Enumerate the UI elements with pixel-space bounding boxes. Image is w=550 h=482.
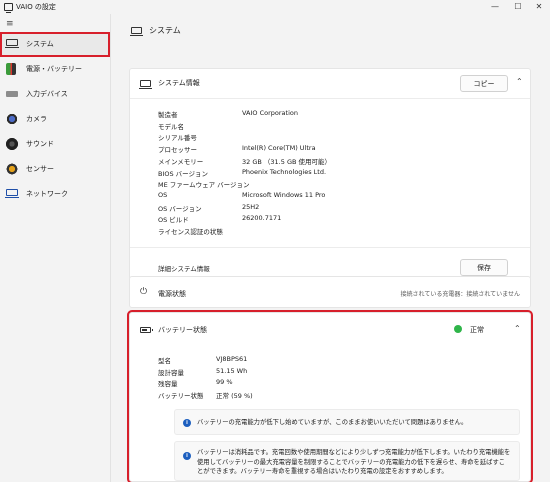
page-title: システム xyxy=(149,26,181,35)
chevron-up-icon[interactable]: ⌃ xyxy=(514,324,521,333)
sidebar-item-input-devices[interactable]: 入力デバイス xyxy=(0,82,110,107)
system-info-title: システム情報 xyxy=(158,79,200,87)
speaker-icon xyxy=(6,138,18,150)
minimize-button[interactable]: — xyxy=(484,0,506,14)
window-title: VAIO の設定 xyxy=(16,3,56,11)
detail-info-label: 詳細システム情報 xyxy=(158,265,210,273)
sidebar-item-label: ネットワーク xyxy=(26,190,68,198)
sidebar-item-system[interactable]: システム xyxy=(0,32,110,57)
notice-text: バッテリーの充電能力が低下し始めていますが、このままお使いいただいて問題はありま… xyxy=(197,419,468,426)
notice-text: バッテリーは消耗品です。充電回数や使用期間などにより少しずつ充電能力が低下します… xyxy=(197,449,511,475)
sidebar-item-power-battery[interactable]: 電源・バッテリー xyxy=(0,57,110,82)
keyboard-icon xyxy=(6,91,18,97)
sidebar-item-label: 電源・バッテリー xyxy=(26,65,82,73)
main-content: システム システム情報 コピー ⌃ 製造者 VAIO Corporation モデ… xyxy=(111,14,550,482)
battery-icon xyxy=(6,63,16,75)
save-button[interactable]: 保存 xyxy=(460,259,508,276)
sidebar-item-camera[interactable]: カメラ xyxy=(0,107,110,132)
battery-advice: i バッテリーは消耗品です。充電回数や使用期間などにより少しずつ充電能力が低下し… xyxy=(174,441,520,481)
battery-card: バッテリー状態 正常 ⌃ 型名 VJ8BPS61 設計容量 51.15 Wh 残容量… xyxy=(127,310,533,482)
copy-button[interactable]: コピー xyxy=(460,75,508,92)
sidebar-item-sensor[interactable]: センサー xyxy=(0,157,110,182)
laptop-icon xyxy=(130,27,143,36)
laptop-icon xyxy=(5,39,19,48)
network-icon xyxy=(5,189,19,198)
camera-icon xyxy=(6,113,18,125)
battery-status-text: 正常 xyxy=(470,326,484,334)
battery-notice: i バッテリーの充電能力が低下し始めていますが、このままお使いいただいて問題はあ… xyxy=(174,409,520,435)
info-icon: i xyxy=(183,452,191,460)
sidebar-item-label: サウンド xyxy=(26,140,54,148)
battery-title: バッテリー状態 xyxy=(158,326,207,334)
sidebar: システム 電源・バッテリー 入力デバイス カメラ サウンド センサー ネットワー… xyxy=(0,32,110,207)
sensor-icon xyxy=(6,163,18,175)
info-icon: i xyxy=(183,419,191,427)
charger-status: 接続されている充電器：接続されていません xyxy=(400,291,520,298)
app-laptop-icon xyxy=(4,3,13,13)
plug-icon: ⏻ xyxy=(140,287,148,297)
menu-icon[interactable]: ≡ xyxy=(6,19,14,29)
sidebar-item-label: センサー xyxy=(26,165,54,173)
close-button[interactable]: ✕ xyxy=(528,0,550,14)
maximize-button[interactable]: ☐ xyxy=(507,0,529,14)
system-info-card: システム情報 コピー ⌃ 製造者 VAIO Corporation モデル名 シリ… xyxy=(129,68,531,280)
sidebar-item-label: カメラ xyxy=(26,115,47,123)
power-state-card: ⏻ 電源状態 接続されている充電器：接続されていません xyxy=(129,276,531,308)
divider xyxy=(130,98,530,99)
battery-icon xyxy=(140,327,153,333)
sidebar-item-label: システム xyxy=(26,40,54,48)
laptop-icon xyxy=(139,80,152,89)
divider xyxy=(130,247,530,248)
status-ok-icon xyxy=(454,325,462,333)
chevron-up-icon[interactable]: ⌃ xyxy=(516,77,523,86)
title-bar: VAIO の設定 — ☐ ✕ xyxy=(0,0,550,14)
sidebar-item-sound[interactable]: サウンド xyxy=(0,132,110,157)
sidebar-item-label: 入力デバイス xyxy=(26,90,68,98)
power-state-title: 電源状態 xyxy=(158,290,186,298)
sidebar-item-network[interactable]: ネットワーク xyxy=(0,182,110,207)
